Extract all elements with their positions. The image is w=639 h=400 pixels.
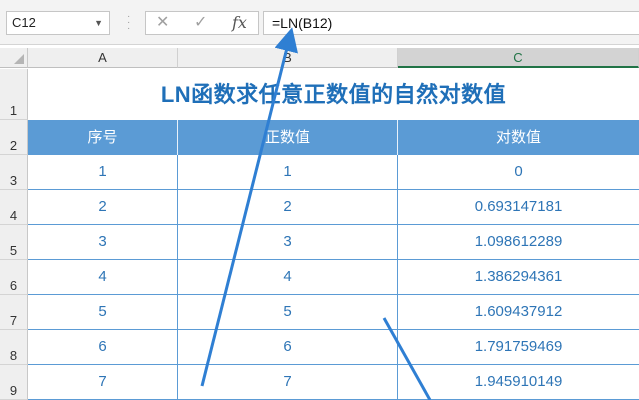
cell-value[interactable]: 3	[178, 225, 398, 259]
table-row: 5 5 1.609437912	[28, 295, 639, 330]
table-row: 2 2 0.693147181	[28, 190, 639, 225]
column-header-a[interactable]: A	[28, 48, 178, 68]
formula-bar: C12 ▼ · · · ✕ ✓ fx =LN(B12)	[0, 0, 639, 45]
cell-index[interactable]: 1	[28, 155, 178, 189]
cell-log[interactable]: 1.791759469	[398, 330, 639, 364]
table-row: 4 4 1.386294361	[28, 260, 639, 295]
header-cell-log[interactable]: 对数值	[398, 120, 639, 155]
select-all-corner[interactable]	[0, 48, 28, 68]
cell-log[interactable]: 1.098612289	[398, 225, 639, 259]
confirm-icon[interactable]: ✓	[194, 12, 207, 34]
cell-index[interactable]: 2	[28, 190, 178, 224]
column-header-c[interactable]: C	[398, 48, 639, 68]
cell-value[interactable]: 5	[178, 295, 398, 329]
cell-value[interactable]: 2	[178, 190, 398, 224]
row-header-7[interactable]: 7	[0, 295, 28, 330]
row-header-6[interactable]: 6	[0, 260, 28, 295]
table-row: 7 7 1.945910149	[28, 365, 639, 400]
row-header-8[interactable]: 8	[0, 330, 28, 365]
cell-index[interactable]: 6	[28, 330, 178, 364]
cell-value[interactable]: 1	[178, 155, 398, 189]
table-row: 6 6 1.791759469	[28, 330, 639, 365]
cell-index[interactable]: 5	[28, 295, 178, 329]
row-header-9[interactable]: 9	[0, 365, 28, 400]
cell-log[interactable]: 0	[398, 155, 639, 189]
table-row: 1 1 0	[28, 155, 639, 190]
name-box[interactable]: C12 ▼	[6, 11, 110, 35]
cell-log[interactable]: 1.945910149	[398, 365, 639, 399]
row-header-2[interactable]: 2	[0, 120, 28, 155]
row-header-5[interactable]: 5	[0, 225, 28, 260]
name-box-value: C12	[12, 15, 36, 30]
cell-log[interactable]: 1.609437912	[398, 295, 639, 329]
row-header-1[interactable]: 1	[0, 69, 28, 120]
sheet-title-cell[interactable]: LN函数求任意正数值的自然对数值	[28, 69, 639, 120]
cell-index[interactable]: 3	[28, 225, 178, 259]
cell-index[interactable]: 7	[28, 365, 178, 399]
cell-index[interactable]: 4	[28, 260, 178, 294]
cell-log[interactable]: 0.693147181	[398, 190, 639, 224]
formula-buttons: ✕ ✓ fx	[145, 11, 259, 35]
row-header-4[interactable]: 4	[0, 190, 28, 225]
table-header-row: 序号 正数值 对数值	[28, 120, 639, 155]
cell-value[interactable]: 7	[178, 365, 398, 399]
cancel-icon[interactable]: ✕	[156, 12, 169, 34]
cell-value[interactable]: 4	[178, 260, 398, 294]
chevron-down-icon[interactable]: ▼	[94, 12, 103, 34]
table-row: 3 3 1.098612289	[28, 225, 639, 260]
formula-input[interactable]: =LN(B12)	[263, 11, 639, 35]
row-header-3[interactable]: 3	[0, 155, 28, 190]
cell-value[interactable]: 6	[178, 330, 398, 364]
header-cell-index[interactable]: 序号	[28, 120, 178, 155]
column-header-b[interactable]: B	[178, 48, 398, 68]
header-cell-value[interactable]: 正数值	[178, 120, 398, 155]
insert-function-icon[interactable]: fx	[232, 12, 247, 34]
drag-handle-icon[interactable]: · · ·	[127, 12, 130, 34]
cell-log[interactable]: 1.386294361	[398, 260, 639, 294]
